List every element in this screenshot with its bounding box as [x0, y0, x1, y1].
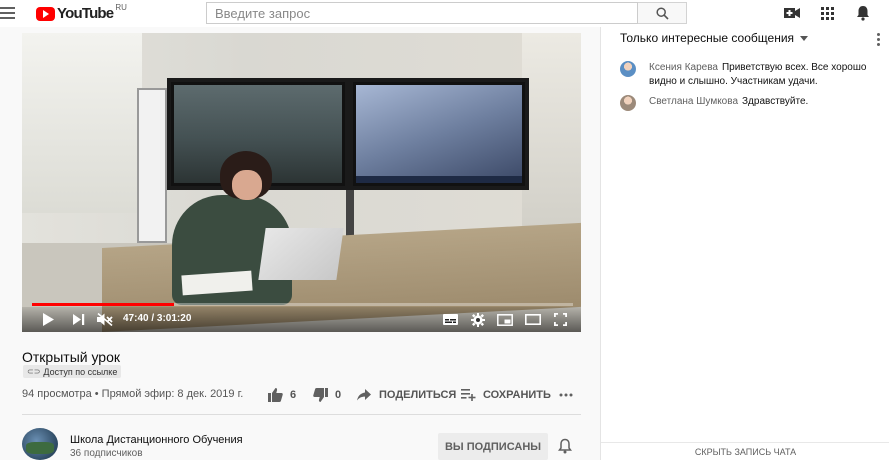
save-button[interactable]: СОХРАНИТЬ — [461, 386, 551, 404]
chat-author-avatar[interactable] — [620, 95, 636, 111]
chat-author-avatar[interactable] — [620, 61, 636, 77]
chat-message-text: Здравствуйте. — [742, 96, 809, 107]
fullscreen-icon[interactable] — [552, 311, 569, 328]
miniplayer-icon[interactable] — [496, 311, 513, 328]
chat-message: Светлана Шумкова Здравствуйте. — [620, 95, 882, 111]
create-video-icon[interactable] — [782, 4, 802, 22]
share-arrow-icon — [357, 389, 371, 401]
chat-message: Ксения Карева Приветствую всех. Все хорош… — [620, 61, 882, 89]
chat-message-body: Светлана Шумкова Здравствуйте. — [649, 95, 882, 109]
video-frame-board — [137, 88, 167, 243]
chat-message-body: Ксения Карева Приветствую всех. Все хорош… — [649, 61, 882, 89]
add-to-playlist-icon — [461, 389, 476, 401]
share-button[interactable]: ПОДЕЛИТЬСЯ — [357, 386, 456, 404]
youtube-logo[interactable]: YouTube RU — [36, 3, 127, 22]
chat-panel: Только интересные сообщения Ксения Карев… — [600, 27, 889, 460]
channel-name[interactable]: Школа Дистанционного Обучения — [70, 434, 243, 446]
dropdown-caret-icon — [800, 35, 809, 41]
youtube-play-icon — [36, 6, 55, 21]
volume-muted-icon[interactable] — [96, 311, 114, 328]
more-horizontal-icon — [559, 393, 573, 397]
hide-chat-button[interactable]: СКРЫТЬ ЗАПИСЬ ЧАТА — [601, 442, 889, 460]
video-frame-window — [522, 33, 581, 243]
player-controls: 47:40 / 3:01:20 — [22, 307, 581, 332]
theater-mode-icon[interactable] — [524, 311, 541, 328]
thumbs-down-icon — [313, 388, 328, 402]
dislike-count: 0 — [335, 389, 342, 401]
video-title: Открытый урок — [22, 349, 120, 365]
logo-region: RU — [115, 3, 127, 12]
video-frame-screen-right — [349, 78, 529, 190]
notification-bell-icon[interactable] — [558, 438, 574, 456]
menu-icon[interactable] — [0, 7, 17, 19]
access-badge: ⊂⊃ Доступ по ссылке — [23, 365, 122, 378]
link-icon: ⊂⊃ — [27, 367, 41, 376]
video-frame-window — [22, 33, 142, 213]
video-frame-laptop — [258, 228, 344, 280]
logo-text: YouTube — [57, 5, 114, 22]
subtitles-icon[interactable] — [442, 311, 459, 328]
subscribed-button[interactable]: ВЫ ПОДПИСАНЫ — [438, 433, 548, 460]
access-badge-label: Доступ по ссылке — [43, 366, 118, 377]
divider — [22, 414, 581, 415]
search-icon — [655, 6, 669, 20]
video-stats: 94 просмотра • Прямой эфир: 8 дек. 2019 … — [22, 388, 244, 400]
video-player[interactable]: 47:40 / 3:01:20 — [22, 33, 581, 332]
channel-subscribers: 36 подписчиков — [70, 448, 143, 459]
time-display: 47:40 / 3:01:20 — [123, 313, 192, 324]
search-input[interactable]: Введите запрос — [206, 2, 638, 24]
play-icon[interactable] — [40, 311, 56, 328]
search-button[interactable] — [638, 2, 687, 24]
chat-filter-dropdown[interactable]: Только интересные сообщения — [620, 31, 809, 45]
chat-filter-label: Только интересные сообщения — [620, 31, 795, 45]
chat-author-name[interactable]: Ксения Карева — [649, 62, 718, 73]
progress-played — [32, 303, 175, 306]
channel-avatar[interactable] — [22, 428, 58, 460]
settings-gear-icon[interactable] — [469, 311, 486, 328]
save-label: СОХРАНИТЬ — [483, 389, 551, 401]
next-icon[interactable] — [71, 311, 87, 328]
apps-grid-icon[interactable] — [817, 4, 837, 22]
share-label: ПОДЕЛИТЬСЯ — [379, 389, 457, 401]
top-bar: YouTube RU Введите запрос — [0, 0, 889, 27]
chat-more-icon[interactable] — [877, 33, 881, 47]
notifications-bell-icon[interactable] — [853, 4, 873, 22]
more-actions-button[interactable] — [559, 386, 573, 404]
progress-bar[interactable] — [32, 303, 573, 306]
like-button[interactable]: 6 — [268, 386, 296, 404]
video-frame-person-face — [232, 170, 262, 200]
like-count: 6 — [290, 389, 297, 401]
thumbs-up-icon — [268, 388, 283, 402]
dislike-button[interactable]: 0 — [313, 386, 341, 404]
chat-author-name[interactable]: Светлана Шумкова — [649, 96, 738, 107]
